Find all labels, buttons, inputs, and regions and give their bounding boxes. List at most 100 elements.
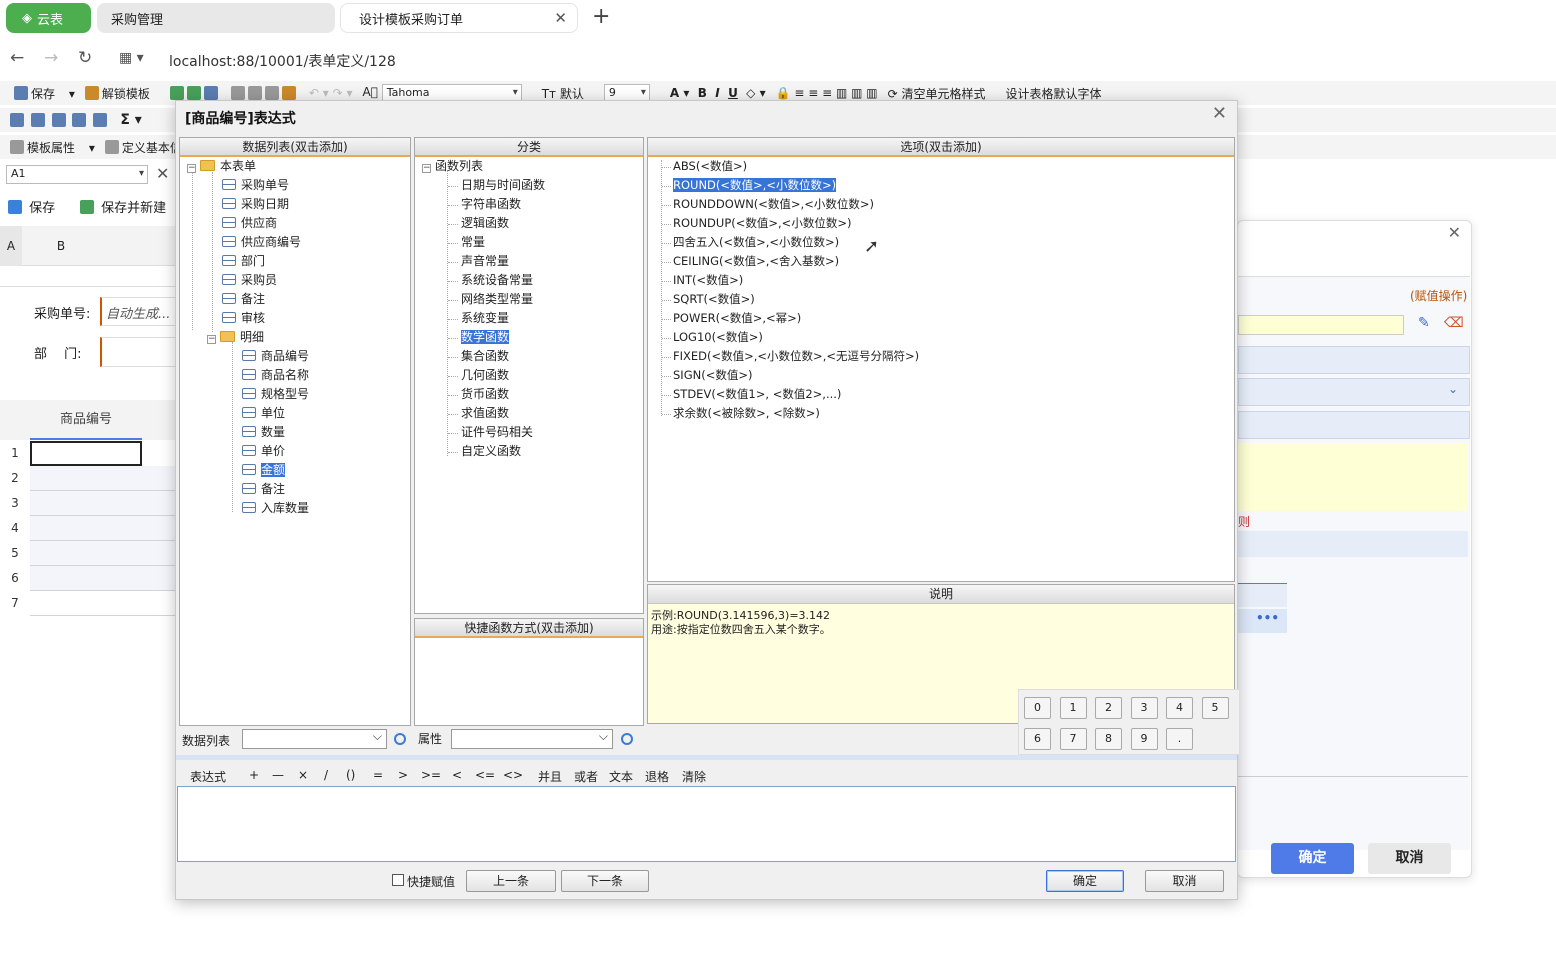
- app-tab[interactable]: ◈ 云表: [6, 3, 91, 33]
- expand-icon[interactable]: ⌄: [1448, 382, 1458, 396]
- function-option[interactable]: CEILING(<数值>,<舍入基数>): [673, 253, 839, 271]
- category-item[interactable]: 字符串函数: [461, 196, 521, 214]
- expression-input[interactable]: [177, 786, 1236, 862]
- category-item[interactable]: 货币函数: [461, 386, 509, 404]
- function-option[interactable]: POWER(<数值>,<幂>): [673, 310, 801, 328]
- dialog-close-icon[interactable]: ✕: [1212, 103, 1227, 124]
- table-tools[interactable]: [10, 112, 110, 128]
- quick-assign-checkbox[interactable]: [392, 874, 404, 886]
- collapse-icon[interactable]: −: [207, 335, 216, 344]
- clipboard-tools[interactable]: [230, 85, 299, 101]
- numpad-key[interactable]: 4: [1166, 697, 1193, 719]
- category-item[interactable]: 几何函数: [461, 367, 509, 385]
- template-props-button[interactable]: 模板属性 ▾: [10, 139, 95, 156]
- category-item[interactable]: 网络类型常量: [461, 291, 533, 309]
- function-option[interactable]: LOG10(<数值>): [673, 329, 763, 347]
- tree-detail-field[interactable]: 规格型号: [242, 386, 309, 404]
- sheet-row[interactable]: [30, 491, 175, 516]
- url-text[interactable]: localhost:88/10001/表单定义/128: [169, 51, 396, 71]
- next-button[interactable]: 下一条: [561, 870, 649, 892]
- dept-field[interactable]: [100, 337, 180, 367]
- ok-button[interactable]: 确定: [1046, 870, 1124, 892]
- sheet-row[interactable]: [30, 541, 175, 566]
- row-number[interactable]: 5: [0, 546, 30, 560]
- numpad-key[interactable]: 2: [1095, 697, 1122, 719]
- row-number[interactable]: 7: [0, 596, 30, 610]
- row-number[interactable]: 6: [0, 571, 30, 585]
- numpad-key[interactable]: 3: [1130, 697, 1158, 719]
- col-header-b[interactable]: B: [22, 226, 100, 266]
- splitter-handle[interactable]: [176, 755, 1237, 760]
- reload-icon[interactable]: ↻: [78, 48, 92, 68]
- operator-button[interactable]: 并且: [538, 768, 562, 785]
- numpad-key[interactable]: 1: [1059, 697, 1087, 719]
- operator-button[interactable]: <>: [503, 768, 523, 782]
- eraser-icon[interactable]: ⌫: [1444, 315, 1464, 331]
- function-option[interactable]: ROUNDDOWN(<数值>,<小数位数>): [673, 196, 874, 214]
- assign-input[interactable]: [1238, 315, 1404, 335]
- category-item[interactable]: 自定义函数: [461, 443, 521, 461]
- data-list-search-icon[interactable]: [394, 733, 406, 745]
- sheet-row[interactable]: [30, 466, 175, 491]
- row-number[interactable]: 3: [0, 496, 30, 510]
- row-number[interactable]: 1: [0, 446, 30, 460]
- bg-cancel-button[interactable]: 取消: [1368, 843, 1451, 874]
- operator-button[interactable]: (): [346, 768, 355, 782]
- order-no-field[interactable]: 自动生成...: [100, 297, 180, 326]
- row-number[interactable]: 4: [0, 521, 30, 535]
- numpad-key[interactable]: 5: [1201, 697, 1229, 719]
- bg-close-icon[interactable]: ✕: [1448, 223, 1461, 242]
- collapse-icon[interactable]: −: [187, 164, 196, 173]
- category-item[interactable]: 系统设备常量: [461, 272, 533, 290]
- function-option[interactable]: 求余数(<被除数>, <除数>): [673, 405, 820, 423]
- new-tab-icon[interactable]: +: [592, 4, 610, 29]
- tree-field[interactable]: 采购日期: [222, 196, 289, 214]
- tree-field[interactable]: 审核: [222, 310, 265, 328]
- tree-detail[interactable]: − 明细: [207, 329, 264, 347]
- align-tools[interactable]: 🔒 ≡ ≡ ≡ ▥ ▥ ▥: [776, 86, 878, 100]
- cancel-button[interactable]: 取消: [1145, 870, 1224, 892]
- tree-field[interactable]: 部门: [222, 253, 265, 271]
- operator-button[interactable]: >=: [421, 768, 441, 782]
- function-option[interactable]: SIGN(<数值>): [673, 367, 752, 385]
- category-item[interactable]: 逻辑函数: [461, 215, 509, 233]
- tree-detail-field[interactable]: 商品名称: [242, 367, 309, 385]
- numpad-key[interactable]: 0: [1024, 697, 1051, 719]
- tree-detail-field[interactable]: 入库数量: [242, 500, 309, 518]
- save-action[interactable]: 保存: [8, 197, 55, 216]
- text-format-tools[interactable]: A ▾ B I U ◇ ▾: [670, 86, 766, 100]
- sheet-row[interactable]: [30, 591, 175, 616]
- tree-field[interactable]: 采购单号: [222, 177, 289, 195]
- detail-header-product-no[interactable]: 商品编号: [30, 400, 142, 440]
- more-icon[interactable]: •••: [1256, 611, 1279, 625]
- sheet-row[interactable]: [30, 516, 175, 541]
- operator-button[interactable]: /: [324, 768, 328, 782]
- tree-detail-field[interactable]: 金额: [242, 462, 286, 480]
- category-item[interactable]: 求值函数: [461, 405, 509, 423]
- function-option[interactable]: ABS(<数值>): [673, 158, 747, 176]
- prev-button[interactable]: 上一条: [466, 870, 556, 892]
- edit-icon[interactable]: ✎: [1418, 315, 1430, 331]
- operator-button[interactable]: —: [272, 768, 284, 782]
- clear-style-button[interactable]: ⟳ 清空单元格样式: [888, 85, 996, 102]
- apps-icon[interactable]: ▦ ▾: [119, 50, 144, 66]
- numpad-key[interactable]: 9: [1130, 728, 1158, 750]
- tree-detail-field[interactable]: 单价: [242, 443, 285, 461]
- tree-field[interactable]: 供应商编号: [222, 234, 301, 252]
- numpad-key[interactable]: 8: [1095, 728, 1122, 750]
- operator-button[interactable]: =: [373, 768, 383, 782]
- tree-field[interactable]: 供应商: [222, 215, 277, 233]
- tree-detail-field[interactable]: 商品编号: [242, 348, 309, 366]
- category-item[interactable]: 日期与时间函数: [461, 177, 545, 195]
- back-icon[interactable]: ←: [10, 48, 24, 68]
- category-item[interactable]: 声音常量: [461, 253, 509, 271]
- operator-button[interactable]: ×: [298, 768, 308, 782]
- category-item[interactable]: 常量: [461, 234, 485, 252]
- operator-button[interactable]: >: [398, 768, 408, 782]
- close-tab-icon[interactable]: ✕: [554, 9, 567, 27]
- save-new-action[interactable]: 保存并新建: [80, 197, 166, 216]
- operator-button[interactable]: 文本: [609, 768, 633, 785]
- bg-ok-button[interactable]: 确定: [1271, 843, 1354, 874]
- sheet-row[interactable]: [30, 566, 175, 591]
- tree-field[interactable]: 采购员: [222, 272, 277, 290]
